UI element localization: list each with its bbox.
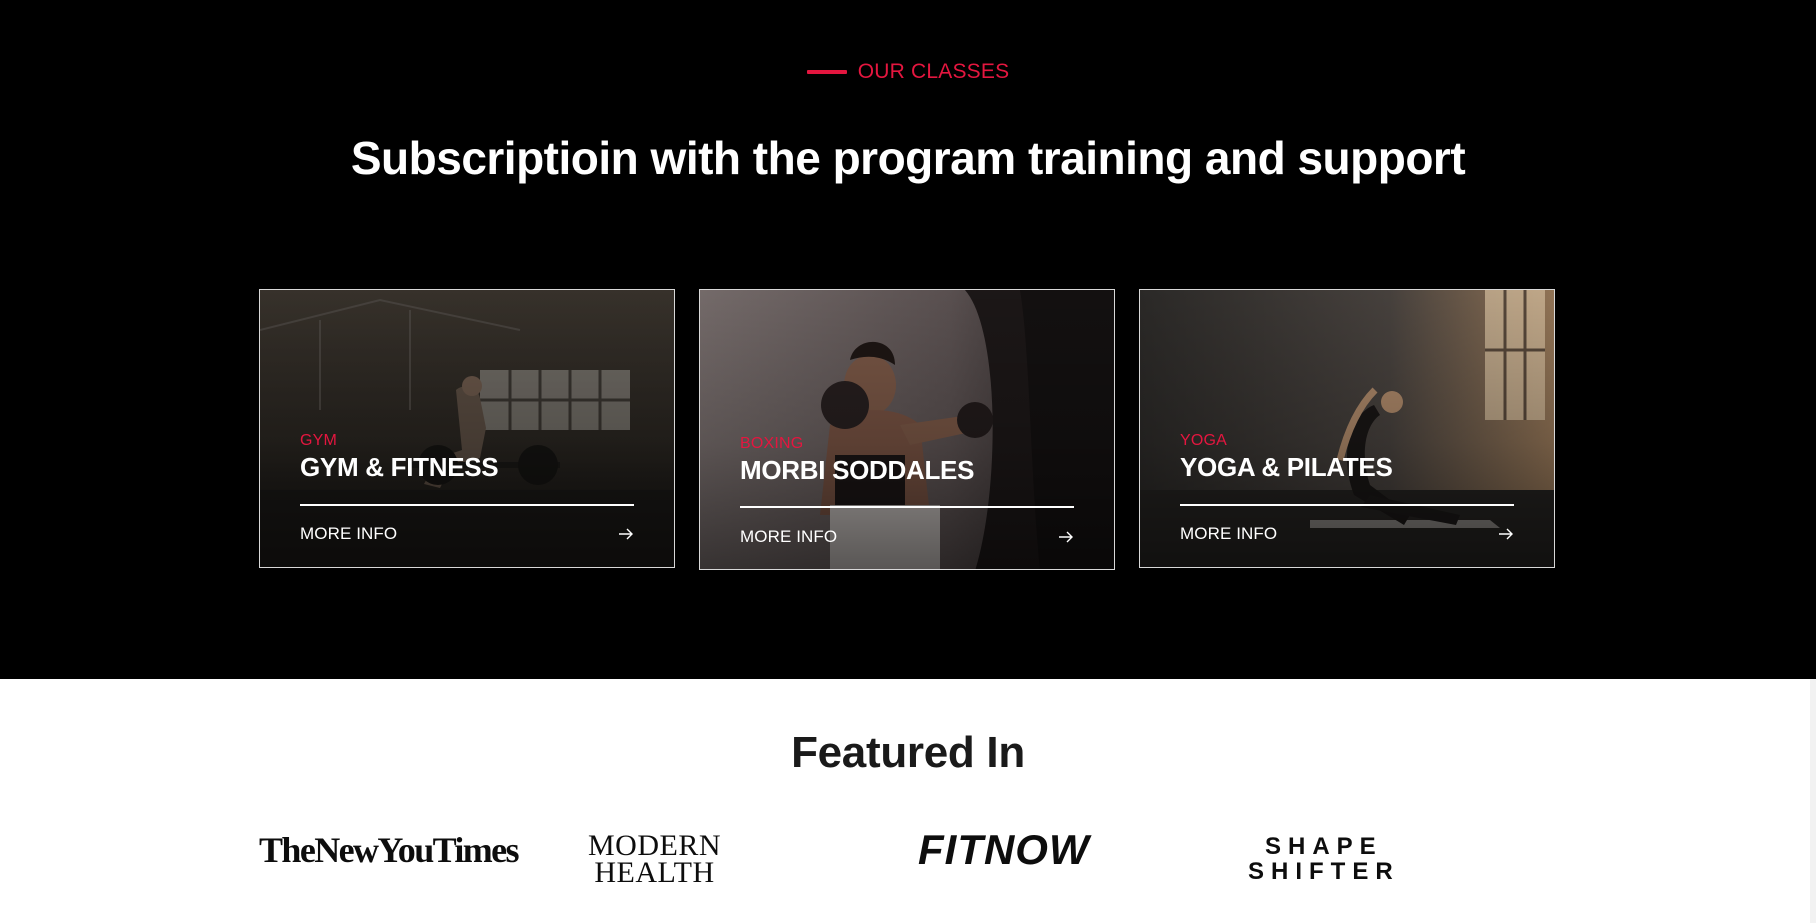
eyebrow-label: OUR CLASSES [857,60,1010,83]
logo-shape-shifter: SHAPE SHIFTER [1248,834,1400,884]
more-info-link[interactable]: MORE INFO [1180,524,1277,544]
more-info-link[interactable]: MORE INFO [300,524,397,544]
card-title: YOGA & PILATES [1180,452,1393,482]
eyebrow-accent-line [806,70,847,74]
card-title: MORBI SODDALES [740,455,975,485]
card-divider [1180,504,1514,506]
card-divider [300,504,634,506]
card-content: GYM GYM & FITNESS MORE INFO [300,290,634,567]
more-info-link[interactable]: MORE INFO [740,527,837,547]
card-content: BOXING MORBI SODDALES MORE INFO [740,290,1074,569]
logo-shape-shifter-line2: SHIFTER [1248,858,1400,885]
featured-in-title: Featured In [791,728,1025,777]
arrow-right-icon[interactable] [1058,531,1074,543]
logo-shape-shifter-line1: SHAPE [1264,833,1383,860]
logo-fitnow: FITNOW [918,826,1090,873]
classes-section: OUR CLASSES Subscriptioin with the progr… [0,0,1816,679]
class-card-boxing[interactable]: BOXING MORBI SODDALES MORE INFO [699,289,1115,570]
arrow-right-icon[interactable] [618,528,634,540]
arrow-right-icon[interactable] [1498,528,1514,540]
logo-newyoutimes: TheNewYouTimes [259,830,520,870]
card-category: GYM [300,432,338,449]
logo-modern-health-line2: HEALTH [594,856,715,889]
card-category: BOXING [740,435,804,452]
card-content: YOGA YOGA & PILATES MORE INFO [1180,290,1514,567]
section-headline: Subscriptioin with the program training … [350,132,1466,184]
card-divider [740,506,1074,508]
page-scrollbar[interactable] [1810,679,1816,923]
card-title: GYM & FITNESS [300,452,499,482]
logo-modern-health: MODERN HEALTH [588,829,722,889]
card-category: YOGA [1180,432,1228,449]
logo-modern-health-line1: MODERN [588,829,722,862]
class-card-gym[interactable]: GYM GYM & FITNESS MORE INFO [259,289,675,568]
class-card-yoga[interactable]: YOGA YOGA & PILATES MORE INFO [1139,289,1555,568]
section-eyebrow: OUR CLASSES [0,60,1816,84]
